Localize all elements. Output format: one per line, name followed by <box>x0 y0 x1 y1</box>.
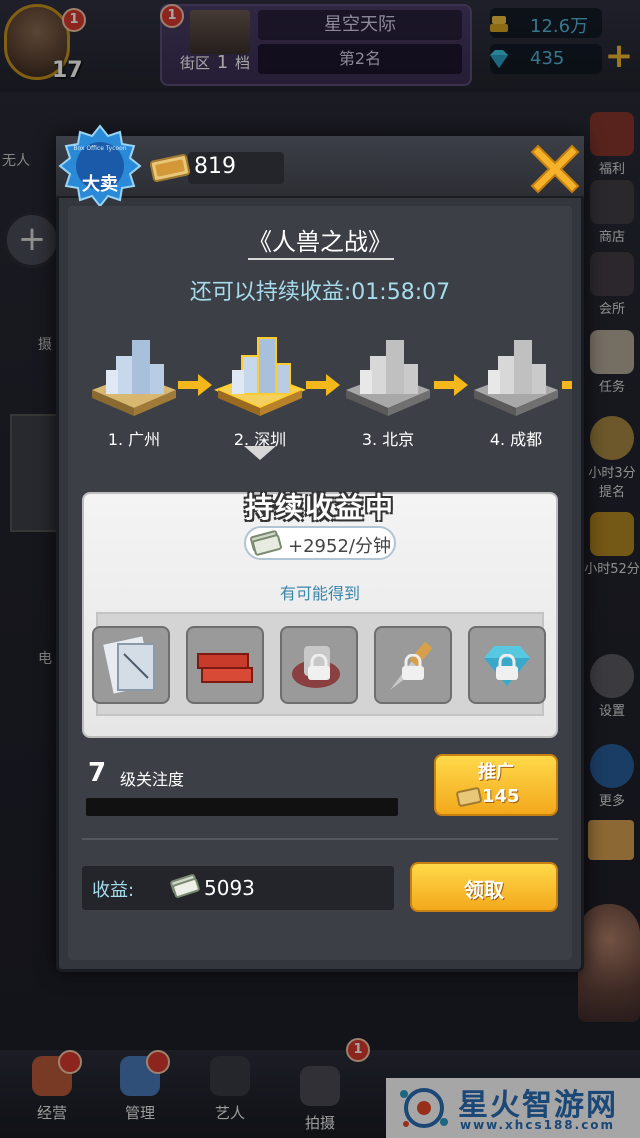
claim-label: 领取 <box>464 878 504 902</box>
earning-rate: +2952/分钟 <box>288 536 391 557</box>
earning-countdown: 还可以持续收益:01:58:07 <box>189 280 451 305</box>
ticket-count: 819 <box>194 154 236 179</box>
reward-item-diamond[interactable] <box>468 626 546 704</box>
income-label: 收益: <box>92 880 135 901</box>
attention-label: 级关注度 <box>120 770 185 789</box>
cash-icon <box>250 530 282 556</box>
ticket-icon <box>456 787 482 807</box>
lock-icon <box>308 654 330 680</box>
income-value: 5093 <box>204 876 255 900</box>
possible-rewards-label: 有可能得到 <box>279 584 360 603</box>
promote-cost: 145 <box>482 786 520 807</box>
city-building-locked-icon <box>346 340 430 416</box>
reward-item-scroll[interactable] <box>280 626 358 704</box>
attention-progress-bar <box>86 798 398 816</box>
city-building-icon <box>92 340 176 416</box>
badge-text: 大卖 <box>82 174 118 195</box>
city-building-icon <box>214 337 306 416</box>
section-divider <box>82 838 558 840</box>
cash-icon <box>170 874 200 898</box>
ticket-icon <box>150 154 191 182</box>
close-icon[interactable] <box>528 140 582 194</box>
lock-icon <box>496 654 518 680</box>
earning-status-title: 持续收益中 <box>244 491 395 524</box>
blueprint-icon <box>103 636 155 694</box>
current-city-pointer <box>244 446 276 460</box>
bricks-icon <box>197 653 253 683</box>
arrow-right-icon <box>562 381 572 389</box>
title-underline <box>248 258 394 260</box>
arrow-right-icon <box>434 374 468 396</box>
city-stop-guangzhou[interactable]: 1. 广州 <box>86 326 182 450</box>
promote-label: 推广 <box>478 762 514 783</box>
reward-item-blueprint[interactable] <box>92 626 170 704</box>
attention-level: 7 <box>88 758 107 788</box>
reward-item-dagger[interactable] <box>374 626 452 704</box>
movie-title: 《人兽之战》 <box>248 228 392 256</box>
city-stop-beijing[interactable]: 3. 北京 <box>340 326 436 450</box>
lock-icon <box>402 654 424 680</box>
city-stop-chengdu[interactable]: 4. 成都 <box>468 326 564 450</box>
arrow-right-icon <box>178 374 212 396</box>
badge-subtext: Box Office Tycoon <box>73 145 127 152</box>
arrow-right-icon <box>306 374 340 396</box>
city-building-locked-icon <box>474 340 558 416</box>
reward-item-bricks[interactable] <box>186 626 264 704</box>
city-stop-shenzhen[interactable]: 2. 深圳 <box>212 326 308 450</box>
